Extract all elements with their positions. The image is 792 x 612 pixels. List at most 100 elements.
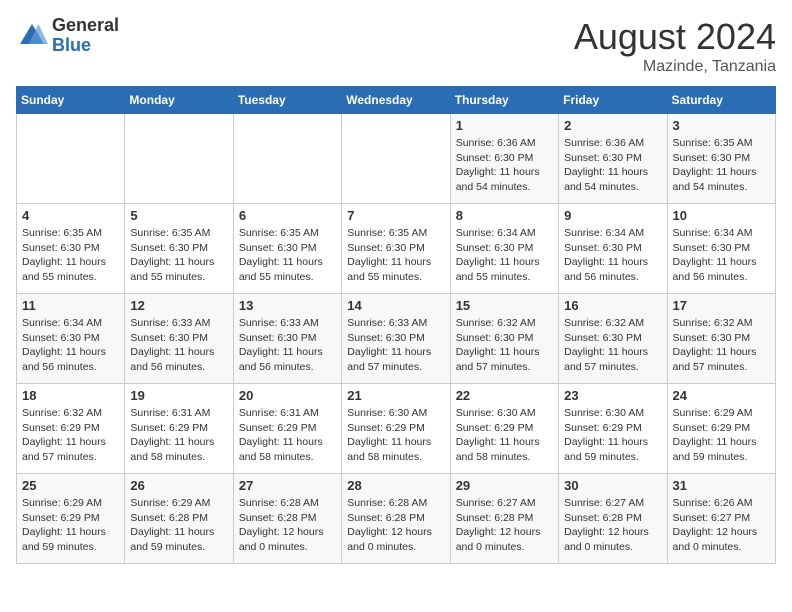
day-info: Sunrise: 6:32 AMSunset: 6:30 PMDaylight:…: [456, 316, 553, 375]
calendar-cell: 3Sunrise: 6:35 AMSunset: 6:30 PMDaylight…: [667, 114, 775, 204]
day-number: 15: [456, 298, 553, 313]
day-info: Sunrise: 6:32 AMSunset: 6:30 PMDaylight:…: [673, 316, 770, 375]
day-number: 23: [564, 388, 661, 403]
day-number: 20: [239, 388, 336, 403]
calendar-cell: 16 Sunrise: 6:32 AMSunset: 6:30 PMDayligh…: [559, 294, 667, 384]
calendar-cell: 10 Sunrise: 6:34 AMSunset: 6:30 PMDayligh…: [667, 204, 775, 294]
day-info: Sunrise: 6:30 AMSunset: 6:29 PMDaylight:…: [564, 406, 661, 465]
calendar-cell: 12 Sunrise: 6:33 AMSunset: 6:30 PMDayligh…: [125, 294, 233, 384]
day-info: Sunrise: 6:34 AMSunset: 6:30 PMDaylight:…: [22, 316, 119, 375]
header-tuesday: Tuesday: [233, 87, 341, 114]
calendar-cell: 5Sunrise: 6:35 AMSunset: 6:30 PMDaylight…: [125, 204, 233, 294]
day-number: 13: [239, 298, 336, 313]
logo: General Blue: [16, 16, 119, 56]
day-info: Sunrise: 6:30 AMSunset: 6:29 PMDaylight:…: [456, 406, 553, 465]
day-info: Sunrise: 6:33 AMSunset: 6:30 PMDaylight:…: [130, 316, 227, 375]
day-info: Sunrise: 6:36 AMSunset: 6:30 PMDaylight:…: [456, 136, 553, 195]
header-thursday: Thursday: [450, 87, 558, 114]
calendar-week-2: 4 Sunrise: 6:35 AMSunset: 6:30 PMDaylight…: [17, 204, 776, 294]
calendar-week-1: 1 Sunrise: 6:36 AMSunset: 6:30 PMDaylight…: [17, 114, 776, 204]
calendar-cell: 29Sunrise: 6:27 AMSunset: 6:28 PMDayligh…: [450, 474, 558, 564]
calendar-cell: 14 Sunrise: 6:33 AMSunset: 6:30 PMDayligh…: [342, 294, 450, 384]
day-info: Sunrise: 6:35 AMSunset: 6:30 PMDaylight:…: [22, 226, 119, 285]
calendar-cell: 18 Sunrise: 6:32 AMSunset: 6:29 PMDayligh…: [17, 384, 125, 474]
day-number: 3: [673, 118, 770, 133]
calendar-cell: 31Sunrise: 6:26 AMSunset: 6:27 PMDayligh…: [667, 474, 775, 564]
day-info: Sunrise: 6:28 AMSunset: 6:28 PMDaylight:…: [347, 496, 444, 555]
day-info: Sunrise: 6:32 AMSunset: 6:29 PMDaylight:…: [22, 406, 119, 465]
day-number: 12: [130, 298, 227, 313]
day-number: 2: [564, 118, 661, 133]
day-info: Sunrise: 6:36 AMSunset: 6:30 PMDaylight:…: [564, 136, 661, 195]
day-info: Sunrise: 6:35 AMSunset: 6:30 PMDaylight:…: [130, 226, 227, 285]
day-info: Sunrise: 6:26 AMSunset: 6:27 PMDaylight:…: [673, 496, 770, 555]
day-number: 10: [673, 208, 770, 223]
calendar-cell: 7 Sunrise: 6:35 AMSunset: 6:30 PMDaylight…: [342, 204, 450, 294]
calendar-cell: 25Sunrise: 6:29 AMSunset: 6:29 PMDayligh…: [17, 474, 125, 564]
day-number: 16: [564, 298, 661, 313]
day-info: Sunrise: 6:33 AMSunset: 6:30 PMDaylight:…: [239, 316, 336, 375]
day-info: Sunrise: 6:29 AMSunset: 6:28 PMDaylight:…: [130, 496, 227, 555]
logo-general: General: [52, 16, 119, 36]
day-info: Sunrise: 6:27 AMSunset: 6:28 PMDaylight:…: [456, 496, 553, 555]
day-info: Sunrise: 6:31 AMSunset: 6:29 PMDaylight:…: [239, 406, 336, 465]
calendar-cell: 22 Sunrise: 6:30 AMSunset: 6:29 PMDayligh…: [450, 384, 558, 474]
calendar-cell: 4 Sunrise: 6:35 AMSunset: 6:30 PMDaylight…: [17, 204, 125, 294]
day-info: Sunrise: 6:33 AMSunset: 6:30 PMDaylight:…: [347, 316, 444, 375]
calendar-week-4: 18 Sunrise: 6:32 AMSunset: 6:29 PMDayligh…: [17, 384, 776, 474]
day-number: 14: [347, 298, 444, 313]
calendar-cell: 20 Sunrise: 6:31 AMSunset: 6:29 PMDayligh…: [233, 384, 341, 474]
logo-text: General Blue: [52, 16, 119, 56]
day-info: Sunrise: 6:34 AMSunset: 6:30 PMDaylight:…: [456, 226, 553, 285]
calendar-week-3: 11 Sunrise: 6:34 AMSunset: 6:30 PMDayligh…: [17, 294, 776, 384]
header-sunday: Sunday: [17, 87, 125, 114]
header-friday: Friday: [559, 87, 667, 114]
logo-icon: [16, 20, 48, 52]
calendar-cell: 27 Sunrise: 6:28 AMSunset: 6:28 PMDayligh…: [233, 474, 341, 564]
calendar-table: SundayMondayTuesdayWednesdayThursdayFrid…: [16, 86, 776, 564]
day-number: 6: [239, 208, 336, 223]
day-number: 8: [456, 208, 553, 223]
day-info: Sunrise: 6:35 AMSunset: 6:30 PMDaylight:…: [347, 226, 444, 285]
day-number: 24: [673, 388, 770, 403]
calendar-week-5: 25Sunrise: 6:29 AMSunset: 6:29 PMDayligh…: [17, 474, 776, 564]
day-number: 11: [22, 298, 119, 313]
calendar-cell: 26 Sunrise: 6:29 AMSunset: 6:28 PMDayligh…: [125, 474, 233, 564]
day-info: Sunrise: 6:34 AMSunset: 6:30 PMDaylight:…: [673, 226, 770, 285]
day-number: 18: [22, 388, 119, 403]
calendar-cell: 6Sunrise: 6:35 AMSunset: 6:30 PMDaylight…: [233, 204, 341, 294]
calendar-cell: 23 Sunrise: 6:30 AMSunset: 6:29 PMDayligh…: [559, 384, 667, 474]
day-number: 17: [673, 298, 770, 313]
day-info: Sunrise: 6:27 AMSunset: 6:28 PMDaylight:…: [564, 496, 661, 555]
calendar-cell: 30 Sunrise: 6:27 AMSunset: 6:28 PMDayligh…: [559, 474, 667, 564]
header-monday: Monday: [125, 87, 233, 114]
day-number: 7: [347, 208, 444, 223]
header-wednesday: Wednesday: [342, 87, 450, 114]
day-number: 25: [22, 478, 119, 493]
calendar-cell: 9 Sunrise: 6:34 AMSunset: 6:30 PMDaylight…: [559, 204, 667, 294]
day-info: Sunrise: 6:34 AMSunset: 6:30 PMDaylight:…: [564, 226, 661, 285]
calendar-cell: 8 Sunrise: 6:34 AMSunset: 6:30 PMDaylight…: [450, 204, 558, 294]
calendar-cell: 13 Sunrise: 6:33 AMSunset: 6:30 PMDayligh…: [233, 294, 341, 384]
calendar-cell: 1 Sunrise: 6:36 AMSunset: 6:30 PMDaylight…: [450, 114, 558, 204]
day-number: 9: [564, 208, 661, 223]
day-number: 27: [239, 478, 336, 493]
day-number: 22: [456, 388, 553, 403]
month-year: August 2024: [574, 16, 776, 58]
title-block: August 2024 Mazinde, Tanzania: [574, 16, 776, 76]
day-number: 1: [456, 118, 553, 133]
calendar-cell: 19Sunrise: 6:31 AMSunset: 6:29 PMDayligh…: [125, 384, 233, 474]
calendar-cell: [125, 114, 233, 204]
day-number: 4: [22, 208, 119, 223]
day-info: Sunrise: 6:32 AMSunset: 6:30 PMDaylight:…: [564, 316, 661, 375]
day-info: Sunrise: 6:30 AMSunset: 6:29 PMDaylight:…: [347, 406, 444, 465]
header-saturday: Saturday: [667, 87, 775, 114]
day-info: Sunrise: 6:29 AMSunset: 6:29 PMDaylight:…: [673, 406, 770, 465]
day-number: 26: [130, 478, 227, 493]
day-number: 30: [564, 478, 661, 493]
day-number: 21: [347, 388, 444, 403]
calendar-cell: 28Sunrise: 6:28 AMSunset: 6:28 PMDayligh…: [342, 474, 450, 564]
day-number: 19: [130, 388, 227, 403]
calendar-cell: 11 Sunrise: 6:34 AMSunset: 6:30 PMDayligh…: [17, 294, 125, 384]
day-info: Sunrise: 6:28 AMSunset: 6:28 PMDaylight:…: [239, 496, 336, 555]
